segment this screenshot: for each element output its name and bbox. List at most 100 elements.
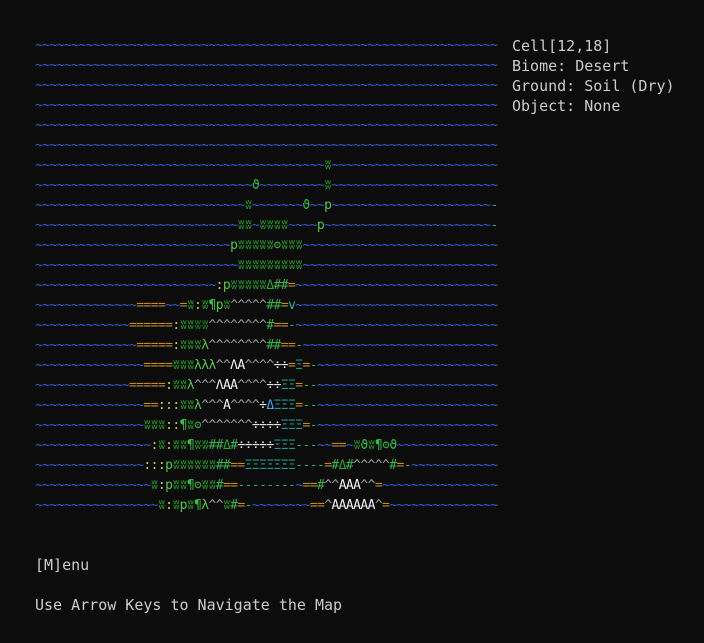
map-tile-run: ʬʬʬ — [280, 238, 303, 253]
cell-ground: Ground: Soil (Dry) — [512, 77, 675, 95]
map-tile-run: ## — [273, 278, 289, 293]
cell-object: Object: None — [512, 97, 621, 115]
map-tile-run: - — [309, 358, 318, 373]
map-tile-run: Δ — [266, 278, 274, 293]
map-tile-run: λλλ — [194, 358, 216, 373]
map-row: ~~~~~~~~~~~~~~~~~~~~~~~~~~~pʬʬʬʬʬʘʬʬʬ~~~… — [35, 236, 498, 256]
map-row: ~~~~~~~~~~~~~=====:ʬʬλ^^^ΛAA^^^^÷÷ΞΞ=--~… — [35, 376, 498, 396]
map-tile-run: ~~~~~~~~~~~~~~~~~~~~~~~~~ — [35, 278, 216, 293]
map-tile-run: ϑ — [302, 198, 310, 213]
map-tile-run: == — [309, 498, 325, 513]
map-tile-run: ~~~~~~~~~~~~~~~~~~~~~~~~~~~~~~~~~~~~~~~~… — [35, 98, 498, 113]
map-tile-run: ~~~~~~~~~~~~~~~ — [35, 398, 144, 413]
map-tile-run: ~~~~~~~~~ — [259, 178, 325, 193]
map-tile-run: ^^^^ — [237, 378, 267, 393]
map-tile-run: ^^ — [324, 478, 339, 493]
map-tile-run: ʬ — [172, 498, 180, 513]
map-tile-run: ~~ — [309, 198, 325, 213]
map-tile-run: ==== — [143, 358, 173, 373]
map-tile-run: ~~~~~~~~~~~~~ — [35, 318, 130, 333]
world-map[interactable]: ~~~~~~~~~~~~~~~~~~~~~~~~~~~~~~~~~~~~~~~~… — [35, 36, 498, 516]
map-tile-run: ʬʬʬ — [179, 338, 202, 353]
map-tile-run: λ — [186, 378, 195, 393]
map-tile-run: = — [295, 378, 303, 393]
map-tile-run: == — [331, 438, 346, 453]
map-tile-run: ~~~~~~~~~~~~~~~~~ — [35, 498, 158, 513]
map-tile-run: --- — [295, 438, 317, 453]
map-row: ~~~~~~~~~~~~~~~====ʬʬʬλλλ^^ΛA^^^^÷÷=Ξ=-~… — [35, 356, 498, 376]
map-tile-run: == — [280, 338, 296, 353]
map-tile-run: :: — [165, 418, 180, 433]
map-tile-run: ¶ — [208, 298, 217, 313]
map-tile-run: ʬʬ — [194, 438, 209, 453]
map-tile-run: ==== — [136, 298, 166, 313]
map-row: ~~~~~~~~~~~~~~~~~~~~~~~~~~~~~~~~~~~~~~~~… — [35, 76, 498, 96]
map-tile-run: ~~~~~~~~~~~~~~~~~~~~~~~~~ — [316, 398, 498, 413]
map-tile-run: ~~~~~~~~~~~~~~~~~~~~~~~~~~~~~~~~~~~~~~~~… — [35, 138, 498, 153]
map-tile-run: ʬ — [186, 418, 195, 433]
map-tile-run: ΞΞΞ — [280, 418, 303, 433]
map-row: ~~~~~~~~~~~~~~~:::pʬʬʬʬʬʬ##==ΞΞΞΞΞΞΞ----… — [35, 456, 498, 476]
map-tile-run: ## — [215, 458, 231, 473]
navigation-hint: Use Arrow Keys to Navigate the Map — [35, 596, 343, 614]
map-tile-run: ~~~~~~~~~~~~~~~~~~~~~~~~~~~~ — [35, 258, 238, 273]
map-tile-run: ʬʬ — [194, 318, 209, 333]
map-row: ~~~~~~~~~~~~~~====~~=ʬ:ʬ¶pʬ^^^^^##=v~~~~… — [35, 296, 498, 316]
map-tile-run: : — [215, 278, 224, 293]
map-row: ~~~~~~~~~~~~~======:ʬʬʬʬ^^^^^^^^#==-~~~~… — [35, 316, 498, 336]
map-tile-run: ~~~~~~~~~~~~~~~~~~~~~~ — [331, 198, 491, 213]
map-tile-run: p — [215, 298, 224, 313]
map-tile-run: ʬʬ — [237, 218, 252, 233]
map-tile-run: ¶ — [179, 418, 188, 433]
map-tile-run: - — [490, 218, 498, 233]
map-tile-run: ~~~~~~~~~~~~~~~~~~~~~~~ — [331, 178, 498, 193]
map-tile-run: ʬʬ — [179, 398, 195, 413]
map-row: ~~~~~~~~~~~~~~~~~~~~~~~~~~~~~~~~~~~~~~~~… — [35, 96, 498, 116]
map-tile-run: == — [222, 478, 238, 493]
map-tile-run: # — [345, 458, 354, 473]
map-row: ~~~~~~~~~~~~~~~ʬʬʬ::¶ʬʘ^^^^^^^÷÷÷÷ΞΞΞ=-~… — [35, 416, 498, 436]
map-tile-run: AA — [222, 378, 238, 393]
map-tile-run: λ — [201, 498, 209, 513]
map-tile-run: ~~~~~~~~~~~~~~~~~~~~~~~~~~~~~~~~~~~~~~~~… — [35, 78, 498, 93]
map-tile-run: ʬ — [150, 478, 159, 493]
map-tile-run: ~~~~~~~~~~~~~~~~~~~~~~~ — [331, 158, 498, 173]
map-row: ~~~~~~~~~~~~~~~~~ʬ:ʬpʬ¶λ^^ʬ#=-~~~~~~~~==… — [35, 496, 498, 516]
map-tile-run: : — [172, 338, 180, 353]
map-tile-run: ~~~~~~~~~~~~~ — [35, 378, 130, 393]
map-tile-run: - — [244, 498, 253, 513]
map-tile-run: ʬʬ — [179, 318, 195, 333]
map-tile-run: ~~~~~~~~~~~~~~~ — [35, 418, 144, 433]
map-tile-run: ^^^^ — [230, 398, 260, 413]
map-tile-run: ʬʬʬʬ — [259, 218, 289, 233]
map-tile-run: ::: — [143, 458, 166, 473]
map-tile-run: ~~~~~~~~~~~~~~~ — [389, 498, 498, 513]
map-tile-run: ~~~~~~~~~~~~~~~~~~~~~~~~~~~~ — [295, 318, 498, 333]
map-tile-run: ʬ — [201, 298, 209, 313]
map-tile-run: ~~~~~~~~~~~~~~~ — [35, 458, 144, 473]
map-tile-run: ΞΞ — [280, 378, 296, 393]
map-tile-run: ÷÷÷÷ — [251, 418, 282, 433]
map-row: ~~~~~~~~~~~~~~=====:ʬʬʬλ^^^^^^^^##==-~~~… — [35, 336, 498, 356]
map-tile-run: ~~~~~~~~~~~~~~~~~~~~~~~~~~~~~~~~~~~~~~~~… — [35, 118, 498, 133]
map-tile-run: = — [237, 498, 245, 513]
menu-hint[interactable]: [M]enu — [35, 555, 89, 575]
map-tile-run: Λ — [215, 378, 224, 393]
map-tile-run: ::: — [157, 398, 180, 413]
map-tile-run: ʬʬ — [172, 378, 187, 393]
map-row: ~~~~~~~~~~~~~~~~~~~~~~~~~~~~~~~~~~~~~~~~… — [35, 136, 498, 156]
map-row: ~~~~~~~~~~~~~~~~~~~~~~~~~~~~~~ϑ~~~~~~~~~… — [35, 176, 498, 196]
map-tile-run: ## — [266, 298, 281, 313]
map-row: ~~~~~~~~~~~~~~~~~~~~~~~~~~~~ʬʬʬʬʬʬʬʬʬ~~~… — [35, 256, 498, 276]
map-tile-run: ====== — [128, 318, 173, 333]
map-tile-run: ʬʬ — [172, 438, 187, 453]
map-tile-run: ʬ — [186, 498, 195, 513]
map-row: ~~~~~~~~~~~~~~~~~~~~~~~~~~~~~~~~~~~~~~~~… — [35, 56, 498, 76]
map-tile-run: ^^^ — [194, 378, 216, 393]
map-tile-run: -------- — [237, 478, 296, 493]
map-tile-run: ʬʬʬʬʬ — [230, 278, 267, 293]
map-tile-run: ~~~~~~~~~~~~~~~~~~~~~~~ — [324, 218, 491, 233]
map-tile-run: ~~~~~~~~~~~~~~~~~~~~~~~~~~~ — [35, 238, 231, 253]
map-tile-run: ϑ — [360, 438, 368, 453]
map-row: ~~~~~~~~~~~~~~~~~~~~~~~~~~~~~~~~~~~~~~~~… — [35, 156, 498, 176]
